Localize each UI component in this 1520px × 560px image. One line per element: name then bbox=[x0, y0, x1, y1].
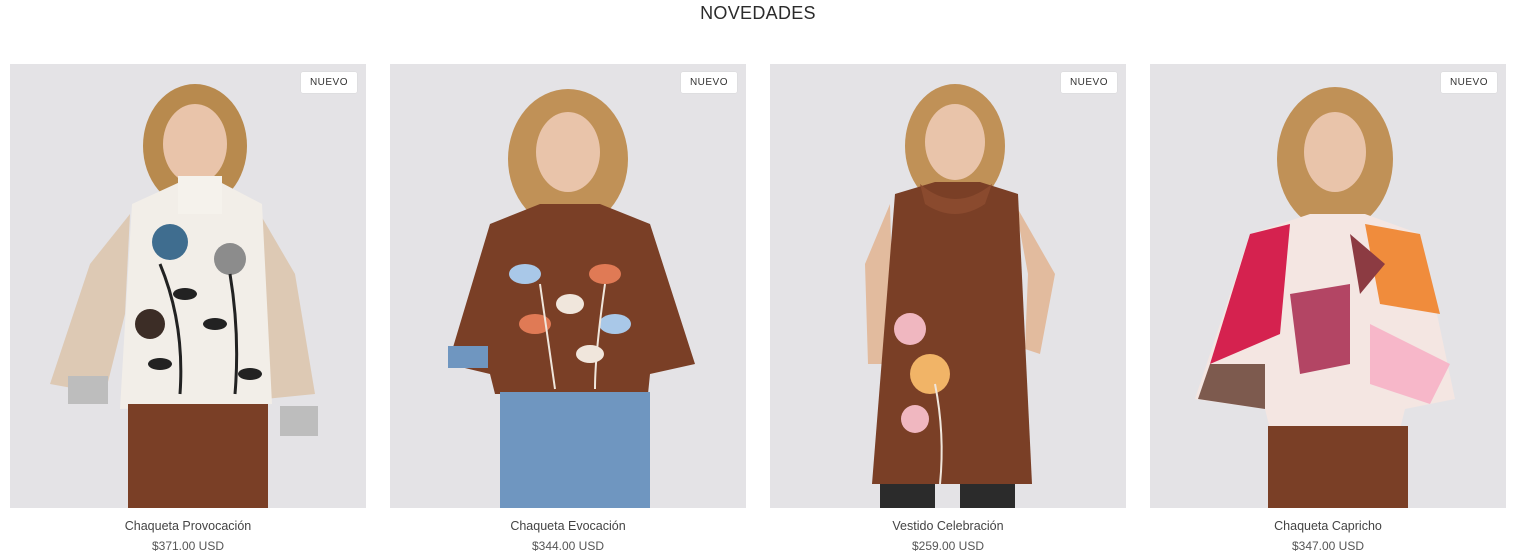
product-photo-jacket-evocacion bbox=[390, 64, 746, 508]
product-card[interactable]: NUEVO Chaqueta Capricho $347.00 USD bbox=[1150, 64, 1506, 560]
section-title: NOVEDADES bbox=[700, 3, 816, 23]
new-badge: NUEVO bbox=[680, 72, 737, 93]
product-price: $344.00 USD bbox=[531, 539, 605, 553]
new-badge: NUEVO bbox=[1060, 72, 1117, 93]
new-badge: NUEVO bbox=[1440, 72, 1497, 93]
product-card[interactable]: NUEVO Vestido Celebración $259.00 USD bbox=[770, 64, 1126, 560]
product-image[interactable]: NUEVO bbox=[770, 64, 1126, 508]
product-name[interactable]: Chaqueta Capricho bbox=[1150, 519, 1506, 533]
product-price: $347.00 USD bbox=[1291, 539, 1365, 553]
product-photo-jacket-provocacion bbox=[10, 64, 366, 508]
product-image[interactable]: NUEVO bbox=[390, 64, 746, 508]
product-photo-dress-celebracion bbox=[770, 64, 1126, 508]
product-card[interactable]: NUEVO Chaqueta Provocación $371.00 USD bbox=[10, 64, 366, 560]
product-price: $371.00 USD bbox=[151, 539, 225, 553]
product-image[interactable]: NUEVO bbox=[1150, 64, 1506, 508]
product-name[interactable]: Chaqueta Evocación bbox=[390, 519, 746, 533]
product-photo-jacket-capricho bbox=[1150, 64, 1506, 508]
product-card[interactable]: NUEVO Chaqueta Evocación $344.00 USD bbox=[390, 64, 746, 560]
product-price: $259.00 USD bbox=[911, 539, 985, 553]
product-name[interactable]: Chaqueta Provocación bbox=[10, 519, 366, 533]
product-image[interactable]: NUEVO bbox=[10, 64, 366, 508]
product-name[interactable]: Vestido Celebración bbox=[770, 519, 1126, 533]
new-badge: NUEVO bbox=[300, 72, 357, 93]
